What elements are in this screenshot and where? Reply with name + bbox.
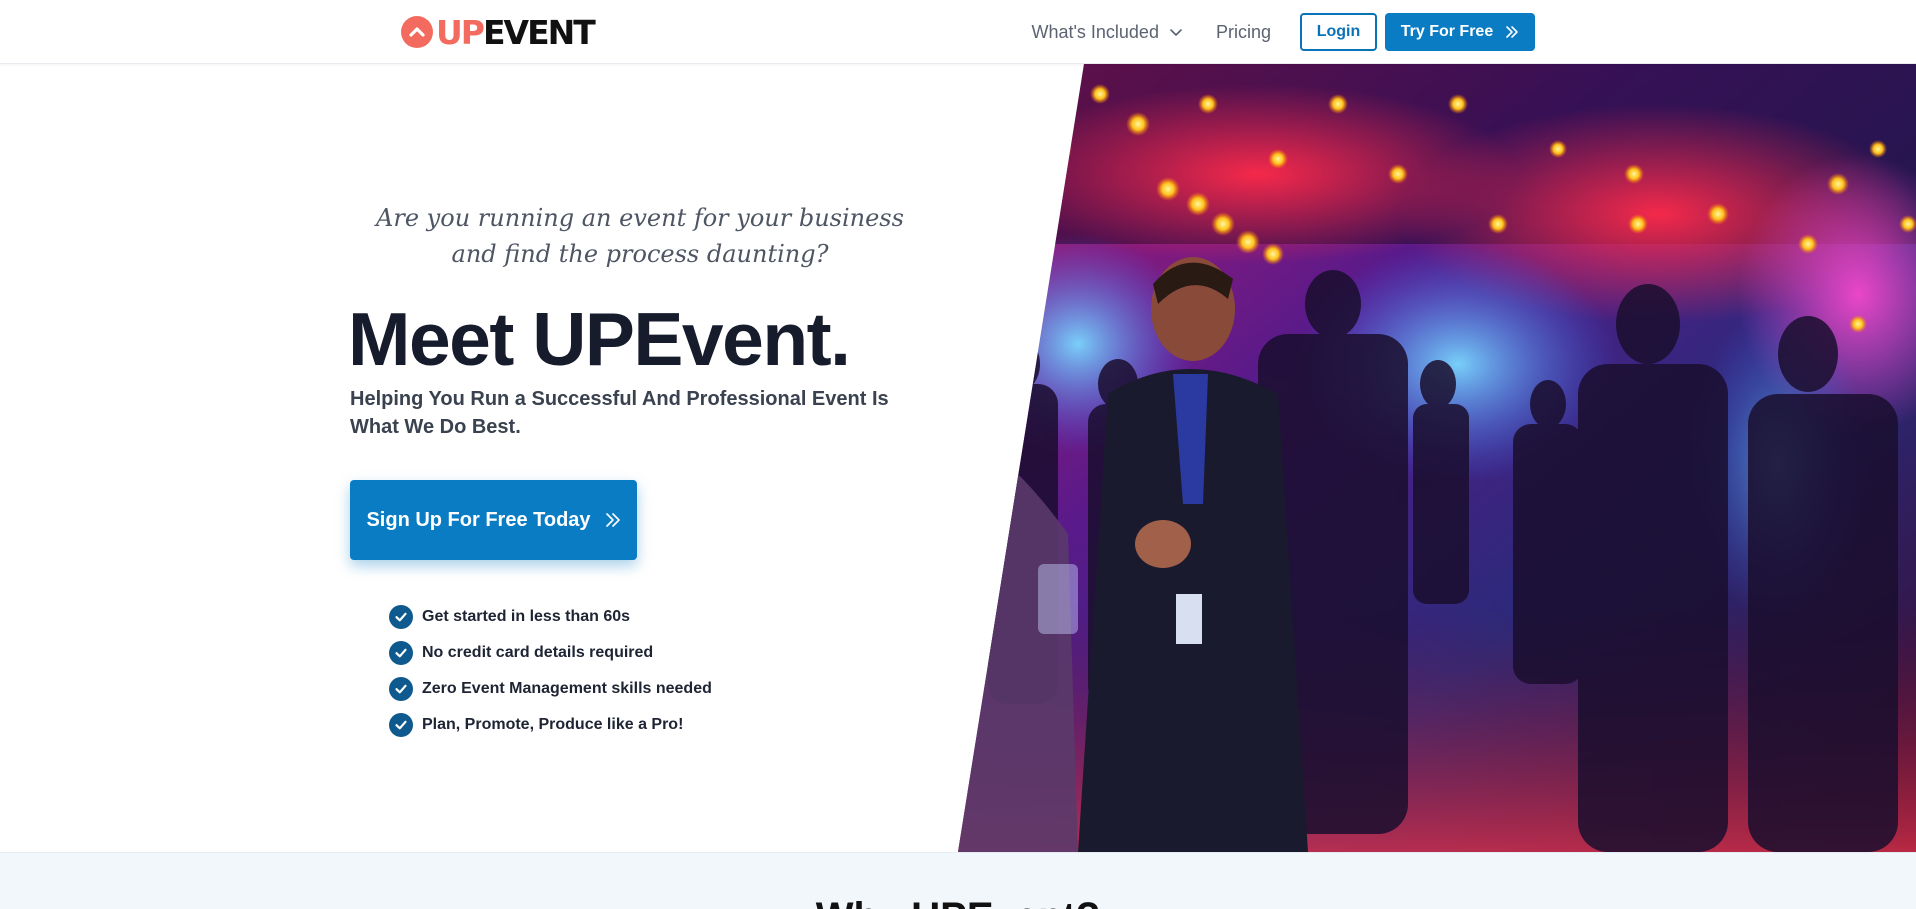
list-item: Get started in less than 60s: [389, 599, 712, 635]
check-circle-icon: [389, 713, 413, 737]
login-button[interactable]: Login: [1300, 13, 1377, 51]
logo-up-arrow-icon: [401, 16, 433, 48]
nav-whats-included[interactable]: What's Included: [1031, 22, 1183, 43]
hero-headline: Meet UPEvent.: [348, 297, 851, 381]
logo-event-text: EVENT: [482, 12, 596, 52]
sign-up-free-button[interactable]: Sign Up For Free Today: [350, 480, 637, 560]
try-for-free-label: Try For Free: [1400, 23, 1494, 40]
check-circle-icon: [389, 641, 413, 665]
double-chevron-right-icon: [1506, 26, 1519, 38]
main-nav: What's Included Pricing Login Try For Fr…: [1031, 13, 1535, 51]
check-circle-icon: [389, 605, 413, 629]
hero-subhead: Helping You Run a Successful And Profess…: [350, 388, 889, 438]
list-item: No credit card details required: [389, 635, 712, 671]
feature-text: No credit card details required: [422, 644, 654, 661]
logo-wordmark: UPEVENT: [436, 12, 596, 52]
check-circle-icon: [389, 677, 413, 701]
logo-up-text: UP: [436, 12, 485, 52]
hero-event-photo: [958, 64, 1916, 852]
section-title: Why UPEvent?: [0, 895, 1916, 909]
double-chevron-right-icon: [605, 513, 620, 527]
upevent-logo[interactable]: UPEVENT: [401, 12, 596, 52]
feature-text: Get started in less than 60s: [422, 608, 631, 625]
nav-pricing[interactable]: Pricing: [1216, 22, 1271, 43]
feature-text: Plan, Promote, Produce like a Pro!: [422, 716, 684, 733]
why-upevent-section: Why UPEvent?: [0, 852, 1916, 909]
nav-whats-included-label: What's Included: [1031, 21, 1159, 42]
hero-tagline: Are you running an event for your busine…: [376, 204, 904, 268]
chevron-down-icon: [1170, 29, 1182, 36]
try-for-free-button[interactable]: Try For Free: [1385, 13, 1535, 51]
sign-up-free-label: Sign Up For Free Today: [366, 508, 591, 531]
list-item: Zero Event Management skills needed: [389, 671, 712, 707]
site-header: UPEVENT What's Included Pricing Login Tr…: [0, 0, 1916, 64]
feature-text: Zero Event Management skills needed: [422, 680, 712, 697]
feature-list: Get started in less than 60s No credit c…: [389, 599, 712, 743]
list-item: Plan, Promote, Produce like a Pro!: [389, 707, 712, 743]
